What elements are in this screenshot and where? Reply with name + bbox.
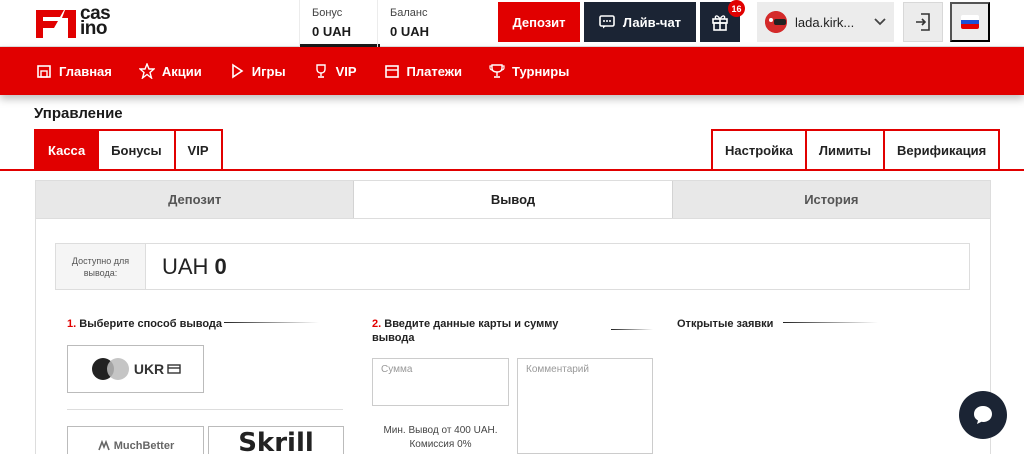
nav-item-home[interactable]: Главная (36, 63, 112, 79)
step2-line (611, 329, 653, 330)
cashier-subtabs: Депозит Вывод История (35, 180, 991, 219)
nav-item-label: Игры (251, 63, 286, 79)
chat-widget-button[interactable] (959, 391, 1007, 439)
mastercard-icon (91, 358, 129, 380)
comment-textarea[interactable]: Комментарий (517, 358, 653, 454)
tab-bonuses[interactable]: Бонусы (97, 129, 176, 170)
logout-icon (916, 13, 930, 31)
nav-item-label: Акции (161, 63, 202, 79)
page-title: Управление (34, 105, 123, 122)
available-value: 0 (214, 253, 227, 279)
star-icon (138, 63, 155, 79)
subtab-deposit[interactable]: Депозит (36, 181, 355, 218)
available-label: Доступно для вывода: (56, 244, 146, 289)
nav-item-label: Турниры (512, 63, 570, 79)
chevron-down-icon (874, 18, 886, 26)
nav-item-label: VIP (335, 63, 357, 79)
nav-item-label: Главная (59, 63, 112, 79)
min-withdraw-text: Мин. Вывод от 400 UAH. (383, 425, 498, 436)
username: lada.kirk... (795, 14, 855, 30)
balance-value: 0 UAH (390, 24, 430, 39)
main-balance[interactable]: Баланс 0 UAH (377, 0, 477, 47)
available-currency: UAH (162, 253, 209, 279)
management-tabs-left: Касса Бонусы VIP (34, 129, 223, 170)
step1-number: 1. (67, 318, 77, 330)
payment-method-ukr[interactable]: UKR (67, 345, 204, 393)
card-icon (167, 364, 181, 374)
wallet-icon (384, 65, 399, 78)
available-balance-box: Доступно для вывода: UAH 0 (55, 243, 970, 290)
method-ukr-label: UKR (133, 361, 165, 377)
tab-verification[interactable]: Верификация (883, 129, 1001, 170)
user-menu[interactable]: lada.kirk... (757, 2, 894, 42)
bonus-balance[interactable]: Бонус 0 UAH (299, 0, 380, 47)
step1-line (224, 322, 319, 323)
management-tabs-right: Настройка Лимиты Верификация (711, 129, 1001, 170)
chat-bubble-icon (974, 406, 992, 424)
live-chat-button[interactable]: Лайв-чат (584, 2, 696, 42)
step2-text: Введите данные карты и сумму вывода (372, 318, 559, 344)
tab-vip[interactable]: VIP (173, 129, 223, 170)
casino-logo[interactable]: cas ino (34, 3, 124, 40)
gift-icon (712, 15, 728, 31)
top-header: cas ino Бонус 0 UAH Баланс 0 UAH Депозит… (0, 0, 1024, 47)
tab-limits[interactable]: Лимиты (804, 129, 886, 170)
nav-item-label: Платежи (406, 63, 462, 79)
nav-item-payments[interactable]: Платежи (384, 63, 462, 79)
open-requests-heading: Открытые заявки (677, 318, 774, 330)
amount-input[interactable]: Сумма (372, 358, 509, 406)
russia-flag-icon (961, 15, 979, 29)
bonus-label: Бонус (312, 7, 343, 19)
logo-text: cas ino (80, 3, 111, 39)
language-button[interactable] (950, 2, 990, 42)
payment-method-skrill[interactable]: Skrill (208, 426, 344, 454)
live-chat-label: Лайв-чат (622, 14, 682, 30)
home-icon (37, 65, 51, 78)
logout-button[interactable] (903, 2, 943, 42)
nav-item-games[interactable]: Игры (229, 63, 286, 79)
fee-text: Комиссия 0% (409, 439, 472, 450)
main-nav: Главная Акции Игры VIP Платежи Турниры (0, 47, 1024, 95)
trophy-icon (315, 64, 326, 78)
step1-heading: 1. Выберите способ вывода (67, 317, 222, 331)
subtab-withdraw[interactable]: Вывод (354, 181, 673, 218)
cup-icon (489, 64, 505, 78)
balance-label: Баланс (390, 7, 428, 19)
nav-item-promotions[interactable]: Акции (138, 63, 202, 79)
open-requests-line (783, 322, 878, 323)
tab-cashier[interactable]: Касса (34, 129, 100, 170)
nav-item-vip[interactable]: VIP (313, 63, 357, 79)
available-amount: UAH 0 (146, 244, 227, 289)
helmet-icon (765, 11, 787, 33)
play-icon (231, 63, 244, 79)
bonus-value: 0 UAH (312, 24, 352, 39)
gift-count-badge: 16 (728, 0, 745, 17)
method-muchbetter-label: MuchBetter (113, 440, 175, 452)
min-withdraw-note: Мин. Вывод от 400 UAH. Комиссия 0% (372, 424, 509, 452)
nav-item-tournaments[interactable]: Турниры (489, 63, 569, 79)
avatar (765, 11, 787, 33)
step2-heading: 2. Введите данные карты и сумму вывода (372, 317, 582, 345)
muchbetter-icon (97, 440, 110, 451)
chat-icon (599, 15, 615, 29)
logo-mark-icon (36, 10, 76, 38)
step1-text: Выберите способ вывода (79, 318, 223, 330)
deposit-button[interactable]: Депозит (498, 2, 580, 42)
method-skrill-label: Skrill (238, 428, 314, 454)
step2-number: 2. (372, 318, 382, 330)
tabs-divider (0, 169, 1024, 171)
subtab-history[interactable]: История (673, 181, 990, 218)
payment-method-muchbetter[interactable]: MuchBetter (67, 426, 204, 454)
methods-separator (67, 409, 343, 410)
tab-settings[interactable]: Настройка (711, 129, 807, 170)
